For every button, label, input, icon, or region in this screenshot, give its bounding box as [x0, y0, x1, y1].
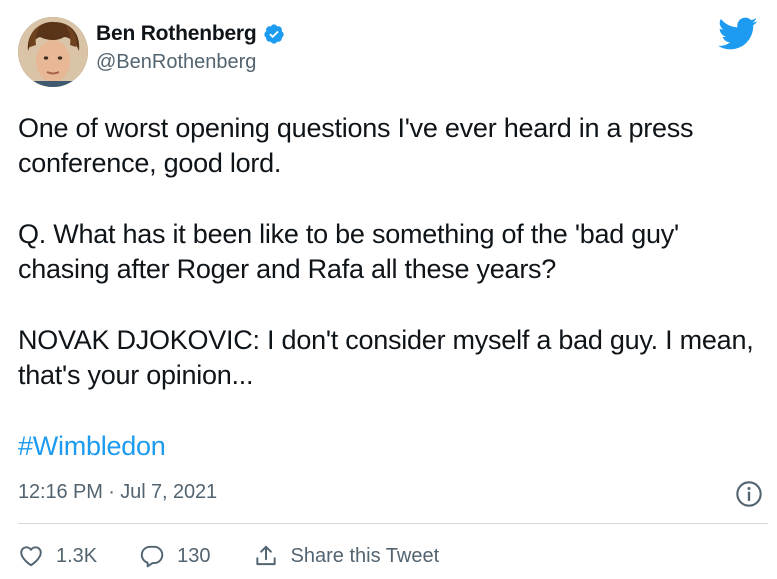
hashtag-link[interactable]: #Wimbledon	[18, 429, 763, 464]
divider	[18, 523, 768, 524]
share-icon	[255, 545, 276, 566]
info-icon[interactable]	[735, 480, 763, 508]
tweet-paragraph-2: Q. What has it been like to be something…	[18, 219, 679, 284]
author-handle[interactable]: @BenRothenberg	[96, 50, 285, 74]
tweet-header: Ben Rothenberg @BenRothenberg	[18, 17, 758, 89]
author-display-name[interactable]: Ben Rothenberg	[96, 21, 257, 47]
reply-button[interactable]: 130	[139, 543, 211, 569]
tweet-timestamp[interactable]: 12:16 PM · Jul 7, 2021	[18, 481, 217, 504]
author-name[interactable]: Ben Rothenberg	[96, 21, 285, 47]
heart-icon	[20, 546, 42, 567]
reply-count: 130	[177, 544, 211, 567]
like-count: 1.3K	[56, 544, 98, 567]
tweet-card: Ben Rothenberg @BenRothenberg One of wor…	[0, 0, 777, 579]
twitter-bird-icon[interactable]	[718, 17, 758, 51]
avatar[interactable]	[18, 17, 88, 87]
author-block: Ben Rothenberg @BenRothenberg	[96, 21, 285, 74]
tweet-paragraph-1: One of worst opening questions I've ever…	[18, 113, 694, 178]
tweet-actions: 1.3K 130 Share this Tweet	[18, 540, 481, 572]
tweet-paragraph-3: NOVAK DJOKOVIC: I don't consider myself …	[18, 325, 754, 390]
share-label: Share this Tweet	[290, 544, 440, 567]
reply-icon	[141, 545, 164, 568]
avatar-image	[18, 17, 88, 87]
like-button[interactable]: 1.3K	[18, 543, 97, 569]
share-button[interactable]: Share this Tweet	[253, 543, 440, 569]
verified-badge-icon	[263, 24, 284, 44]
tweet-text: One of worst opening questions I've ever…	[18, 111, 763, 464]
